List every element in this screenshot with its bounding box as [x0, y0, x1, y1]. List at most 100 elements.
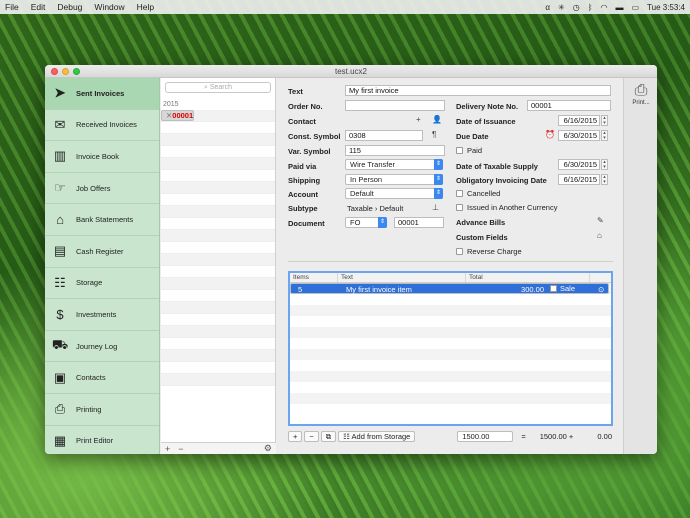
sidebar-item-label: Printing	[76, 404, 102, 414]
taxable-supply-date-field[interactable]: 6/30/2015	[558, 159, 600, 170]
search-input[interactable]: ⌕ Search	[165, 82, 271, 93]
minimize-button[interactable]	[62, 68, 69, 75]
sidebar-item-sent-invoices[interactable]: ➤ Sent Invoices	[45, 78, 159, 110]
const-symbol-field[interactable]: 0308	[345, 130, 423, 141]
zoom-button[interactable]	[73, 68, 80, 75]
list-empty-row	[161, 266, 275, 278]
column-header-extra	[590, 273, 611, 282]
gear-status-icon[interactable]: ✳	[558, 3, 565, 12]
sidebar-item-bank-statements[interactable]: ⌂ Bank Statements	[45, 204, 159, 236]
title-bar: test.ucx2	[45, 65, 657, 78]
menu-edit[interactable]: Edit	[31, 2, 46, 12]
var-symbol-field[interactable]: 115	[345, 145, 445, 156]
sidebar-item-job-offers[interactable]: ☞ Job Offers	[45, 173, 159, 205]
var-symbol-label: Var. Symbol	[288, 147, 331, 156]
sale-label: Sale	[560, 284, 576, 293]
gear-icon[interactable]: ⚙	[264, 443, 272, 454]
amount-field[interactable]: 1500.00	[457, 430, 514, 442]
remove-invoice-button[interactable]: −	[178, 444, 183, 454]
account-select[interactable]: Default ⇕	[345, 188, 443, 199]
another-currency-checkbox[interactable]	[456, 204, 463, 211]
bills-icon[interactable]: ✎	[597, 216, 604, 225]
delivery-note-field[interactable]: 00001	[527, 100, 611, 111]
divider	[288, 261, 613, 262]
obligatory-date-field[interactable]: 6/16/2015	[558, 174, 600, 185]
items-table[interactable]: Items Text Total 5 My first invoice item…	[288, 271, 613, 426]
taxable-supply-label: Date of Taxable Supply	[456, 162, 538, 171]
sidebar-item-label: Bank Statements	[76, 215, 134, 225]
issuance-date-field[interactable]: 6/16/2015	[558, 115, 600, 126]
sidebar-item-label: Investments	[76, 309, 117, 319]
menu-file[interactable]: File	[5, 2, 19, 12]
list-footer: + − ⚙	[161, 442, 276, 454]
alarm-clock-icon[interactable]: ⏰	[545, 130, 555, 139]
text-field[interactable]: My first invoice	[345, 85, 611, 96]
add-from-storage-button[interactable]: ☷ Add from Storage	[338, 430, 416, 442]
sidebar-item-printing[interactable]: ⎙ Printing	[45, 394, 159, 426]
row-info-icon[interactable]: ⊙	[595, 284, 608, 294]
person-icon[interactable]: 👤	[432, 115, 442, 124]
cancelled-checkbox[interactable]	[456, 190, 463, 197]
table-row[interactable]: 5 My first invoice item 300.00 Sale ⊙	[290, 283, 610, 294]
document-number-field[interactable]: 00001	[394, 217, 444, 228]
time-machine-icon[interactable]: ◷	[573, 3, 580, 12]
document-series-select[interactable]: FO ⇕	[345, 217, 387, 228]
taxable-date-stepper[interactable]: ▴ ▾	[601, 159, 608, 170]
sidebar-item-label: Received Invoices	[76, 120, 137, 130]
add-invoice-button[interactable]: +	[165, 444, 170, 454]
sidebar-item-storage[interactable]: ☷ Storage	[45, 268, 159, 300]
clock[interactable]: Tue 3:53:4	[647, 3, 685, 12]
wifi-icon[interactable]: ◠	[601, 3, 608, 12]
duplicate-item-button[interactable]: ⧉	[320, 430, 337, 442]
menu-window[interactable]: Window	[94, 2, 124, 12]
shipping-select[interactable]: In Person ⇕	[345, 174, 443, 185]
list-empty-row	[161, 278, 275, 290]
paragraph-icon[interactable]: ¶	[432, 130, 436, 139]
order-label: Order No.	[288, 102, 323, 111]
list-empty-row	[161, 290, 275, 302]
sidebar-item-investments[interactable]: $ Investments	[45, 299, 159, 331]
column-header-text[interactable]: Text	[338, 273, 466, 282]
sidebar-item-received-invoices[interactable]: ✉ Received Invoices	[45, 110, 159, 142]
obligatory-date-stepper[interactable]: ▴ ▾	[601, 174, 608, 185]
item-text: My first invoice item	[346, 285, 412, 294]
order-number-field[interactable]	[345, 100, 445, 111]
list-item[interactable]: ✕00001	[161, 110, 195, 121]
sidebar-item-print-editor[interactable]: ▦ Print Editor	[45, 426, 159, 454]
sidebar-item-contacts[interactable]: ▣ Contacts	[45, 362, 159, 394]
close-button[interactable]	[51, 68, 58, 75]
paid-label: Paid	[467, 146, 483, 155]
print-button[interactable]: ⎙ Print...	[628, 82, 654, 106]
text-label: Text	[288, 87, 303, 96]
due-date-stepper[interactable]: ▴ ▾	[601, 130, 608, 141]
tag-icon[interactable]: ⌂	[597, 231, 602, 240]
document-label: Document	[288, 219, 325, 228]
paid-checkbox[interactable]	[456, 147, 463, 154]
menu-bar: File Edit Debug Window Help α ✳ ◷ ᛒ ◠ ▬ …	[0, 0, 690, 14]
issuance-date-stepper[interactable]: ▴ ▾	[601, 115, 608, 126]
due-date-field[interactable]: 6/30/2015	[558, 130, 600, 141]
list-empty-row	[161, 230, 275, 242]
menu-help[interactable]: Help	[137, 2, 154, 12]
document-series-value: FO	[350, 218, 361, 227]
list-empty-row	[161, 146, 275, 158]
battery-icon[interactable]: ▭	[631, 3, 639, 12]
bluetooth-icon[interactable]: ᛒ	[588, 3, 593, 12]
list-empty-row	[161, 338, 275, 350]
hierarchy-icon[interactable]: ⊥	[432, 203, 439, 212]
paid-via-select[interactable]: Wire Transfer ⇕	[345, 159, 443, 170]
sale-checkbox[interactable]	[550, 285, 557, 292]
add-item-button[interactable]: +	[288, 430, 303, 442]
alpha-icon[interactable]: α	[545, 3, 550, 12]
column-header-total[interactable]: Total	[466, 273, 590, 282]
sidebar-item-invoice-book[interactable]: ▥ Invoice Book	[45, 141, 159, 173]
menu-debug[interactable]: Debug	[57, 2, 82, 12]
remove-item-button[interactable]: −	[304, 430, 319, 442]
sidebar-item-cash-register[interactable]: ▤ Cash Register	[45, 236, 159, 268]
add-contact-icon[interactable]: +	[416, 115, 421, 124]
list-empty-row	[161, 242, 275, 254]
reverse-charge-checkbox[interactable]	[456, 248, 463, 255]
column-header-items[interactable]: Items	[290, 273, 338, 282]
flag-icon[interactable]: ▬	[615, 3, 623, 12]
sidebar-item-journey-log[interactable]: ⛟ Journey Log	[45, 331, 159, 363]
